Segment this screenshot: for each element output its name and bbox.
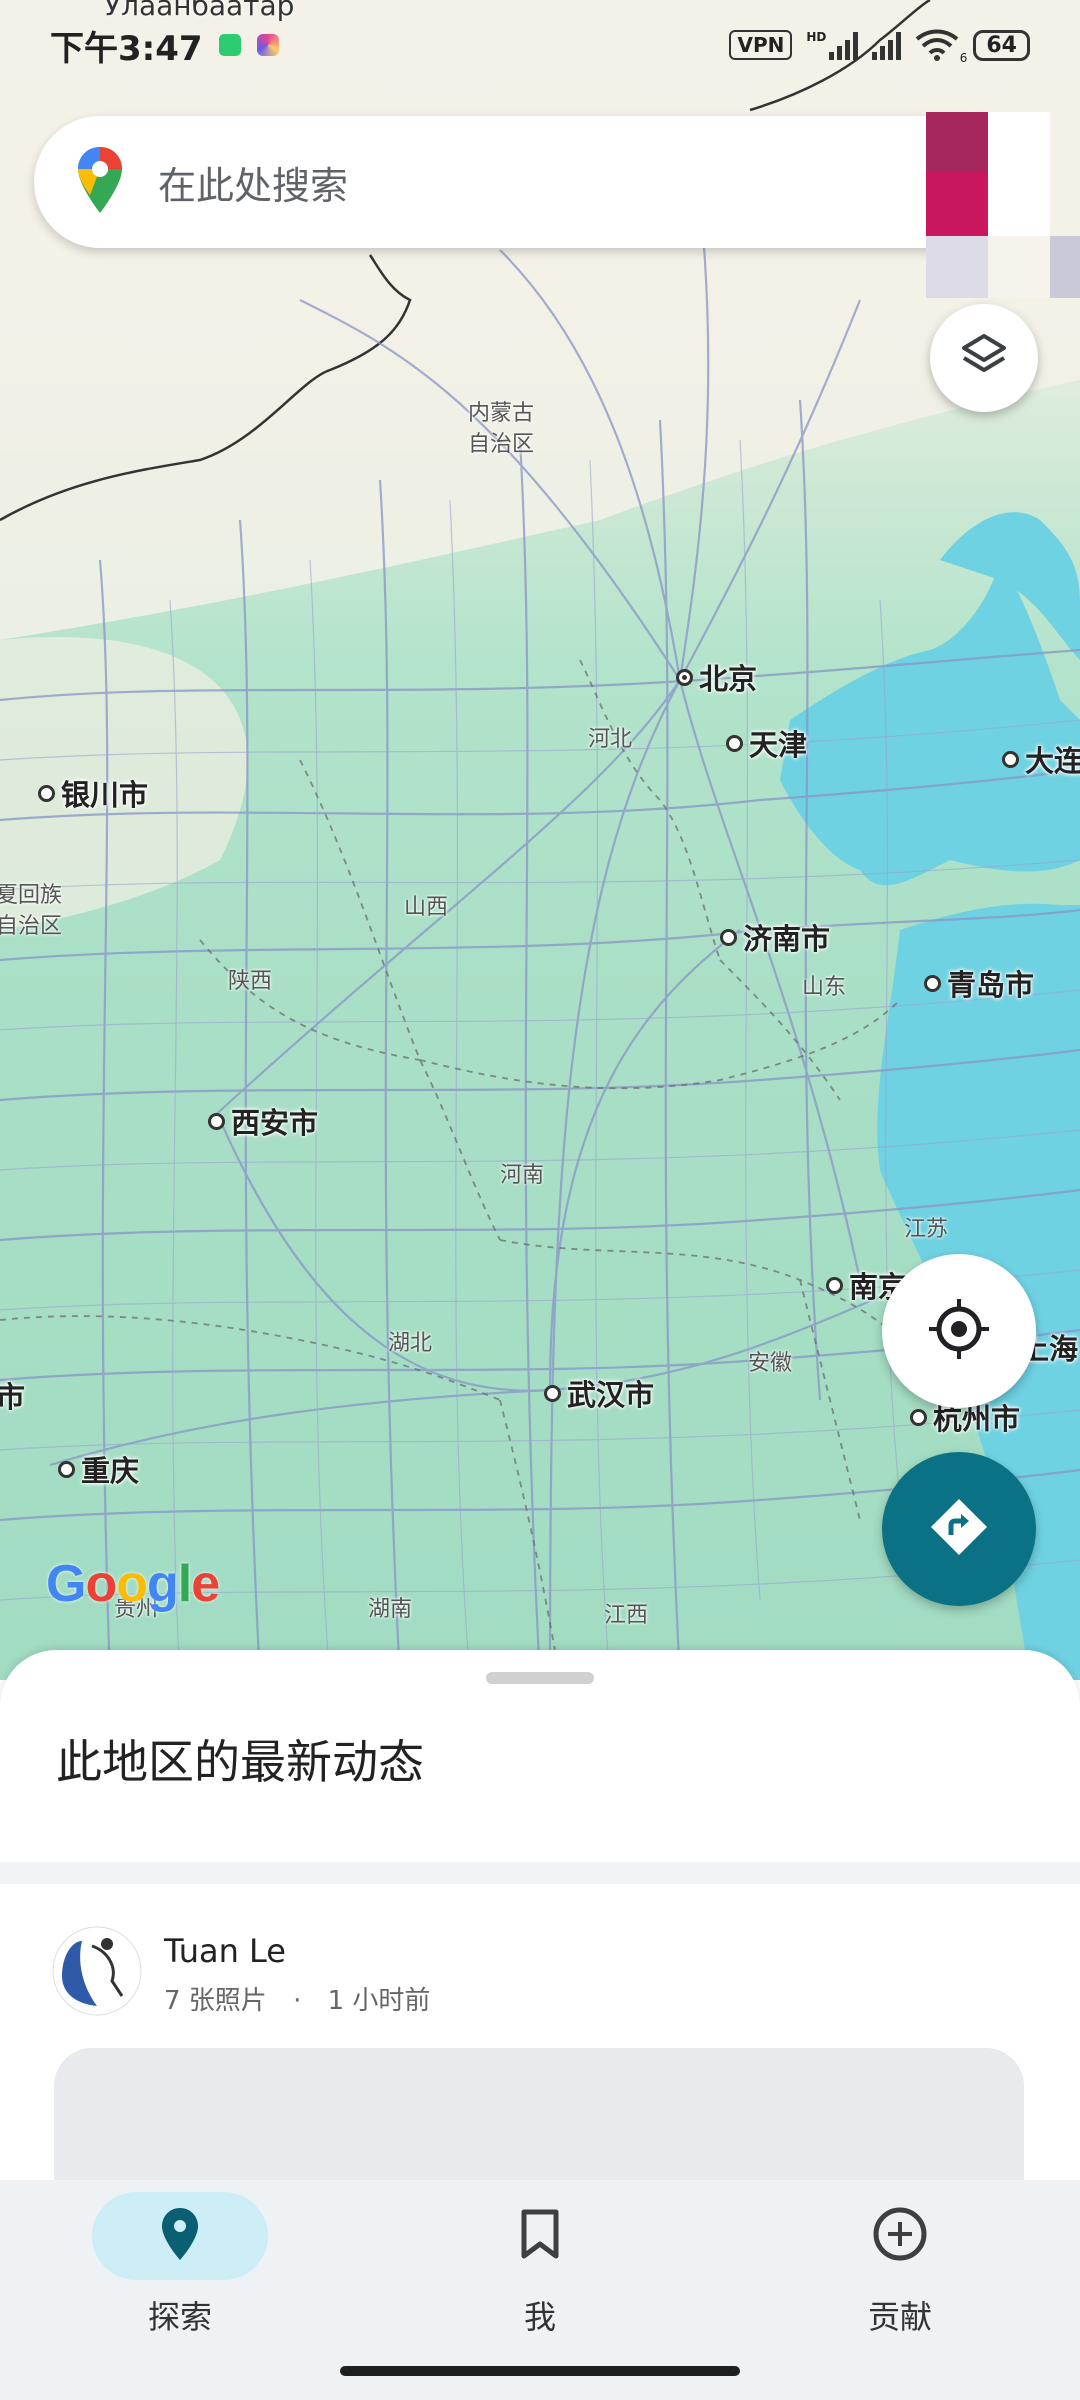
city-label: 青岛市 (947, 968, 1035, 1002)
city-marker-wuhan[interactable]: 武汉市 (544, 1372, 654, 1414)
battery-icon: 64 (973, 29, 1030, 61)
city-label: 天津 (749, 728, 808, 762)
post-time: 1 小时前 (327, 1986, 431, 2016)
search-bar[interactable]: 在此处搜索 (34, 116, 1034, 248)
home-indicator[interactable] (340, 2366, 740, 2376)
city-marker-yinchuan[interactable]: 银川市 (38, 772, 148, 814)
city-marker-chongqing[interactable]: 重庆 (58, 1448, 139, 1490)
city-label: 西安市 (231, 1106, 319, 1140)
province-label: 安徽 (748, 1351, 793, 1376)
city-label: 市 (0, 1380, 26, 1414)
nav-me[interactable]: 我 (420, 2192, 660, 2338)
google-logo: Google (46, 1555, 220, 1613)
post-meta: 7 张照片 · 1 小时前 (164, 1980, 430, 2017)
city-marker-xian[interactable]: 西安市 (208, 1100, 318, 1142)
nav-contribute[interactable]: 贡献 (780, 2192, 1020, 2338)
photos-notification-icon (256, 34, 279, 56)
sheet-drag-handle[interactable] (486, 1672, 594, 1684)
province-label: 河北 (588, 727, 633, 752)
steppe-area (0, 0, 1080, 640)
directions-button[interactable] (882, 1452, 1036, 1606)
province-label: 河南 (500, 1163, 545, 1188)
province-label: 夏回族 自治区 (0, 883, 63, 939)
nav-explore-label: 探索 (147, 2298, 212, 2336)
status-time-group: 下午3:47 (50, 21, 279, 70)
wifi-icon: 6 (915, 29, 967, 65)
section-divider (0, 1862, 1080, 1884)
post-author-avatar[interactable] (52, 1926, 142, 2016)
province-label: 山西 (404, 895, 449, 920)
province-label: 内蒙古 自治区 (468, 401, 535, 457)
city-marker-left-edge[interactable]: 市 (0, 1374, 25, 1416)
hd-badge: HD (806, 30, 827, 44)
city-label: 重庆 (81, 1454, 140, 1488)
city-marker-tianjin[interactable]: 天津 (726, 722, 807, 764)
city-dot-icon (544, 1384, 561, 1402)
city-label: 银川市 (61, 778, 149, 812)
city-label: 北京 (699, 662, 758, 696)
bohai-sea (780, 560, 1080, 886)
maps-pin-logo-icon (76, 145, 124, 219)
province-label: 陕西 (228, 969, 273, 994)
sheet-title: 此地区的最新动态 (56, 1735, 424, 1789)
meta-separator: · (293, 1986, 302, 2016)
city-label: 济南市 (743, 922, 831, 956)
wifi-badge: 6 (959, 51, 968, 65)
status-time: 下午3:47 (50, 28, 203, 69)
province-label: 江苏 (904, 1217, 949, 1242)
signal-icon-2 (872, 30, 902, 60)
city-dot-icon (720, 928, 737, 946)
city-label: 武汉市 (567, 1378, 655, 1412)
city-marker-jinan[interactable]: 济南市 (720, 916, 830, 958)
directions-icon (927, 1495, 991, 1563)
city-dot-icon (826, 1276, 843, 1294)
map-view[interactable]: Улаанбаатар 内蒙古 自治区 河北 夏回族 自治区 山西 陕西 山东 … (0, 0, 1080, 1680)
layers-icon (958, 330, 1010, 386)
city-marker-beijing[interactable]: 北京 (676, 656, 757, 698)
my-location-button[interactable] (882, 1254, 1036, 1408)
post-photo-count: 7 张照片 (164, 1986, 267, 2016)
city-marker-qingdao[interactable]: 青岛市 (924, 962, 1034, 1004)
app-notification-icon (218, 34, 241, 56)
city-dot-icon (1002, 750, 1019, 768)
nav-contribute-pill[interactable] (812, 2192, 988, 2280)
city-dot-icon (726, 734, 743, 752)
account-avatar[interactable] (926, 112, 1080, 298)
city-dot-icon (38, 784, 55, 802)
nav-explore-pill[interactable] (92, 2192, 268, 2280)
province-label: 江西 (604, 1603, 649, 1628)
crosshair-icon (927, 1297, 991, 1365)
province-label: 湖北 (388, 1331, 433, 1356)
add-circle-icon (872, 2206, 928, 2266)
status-bar: 下午3:47 VPN HD 6 64 (0, 0, 1080, 90)
signal-icon: HD (806, 30, 859, 60)
post-author-name[interactable]: Tuan Le (164, 1932, 286, 1970)
layers-button[interactable] (930, 304, 1038, 412)
search-input[interactable]: 在此处搜索 (158, 155, 924, 210)
nav-explore[interactable]: 探索 (60, 2192, 300, 2338)
city-label: 大连 (1025, 744, 1080, 778)
nav-me-label: 我 (523, 2298, 556, 2336)
nav-me-pill[interactable] (452, 2192, 628, 2280)
status-icons: VPN HD 6 64 (729, 29, 1030, 65)
city-dot-icon (924, 974, 941, 992)
capital-dot-icon (676, 668, 693, 686)
city-dot-icon (910, 1408, 927, 1426)
bookmark-icon (520, 2208, 560, 2264)
nav-contribute-label: 贡献 (867, 2298, 932, 2336)
vpn-icon: VPN (729, 30, 793, 60)
location-pin-icon (160, 2206, 200, 2266)
province-label: 山东 (802, 975, 847, 1000)
city-marker-dalian[interactable]: 大连 (1002, 738, 1080, 780)
city-dot-icon (58, 1460, 75, 1478)
city-dot-icon (208, 1112, 225, 1130)
province-label: 湖南 (368, 1597, 413, 1622)
